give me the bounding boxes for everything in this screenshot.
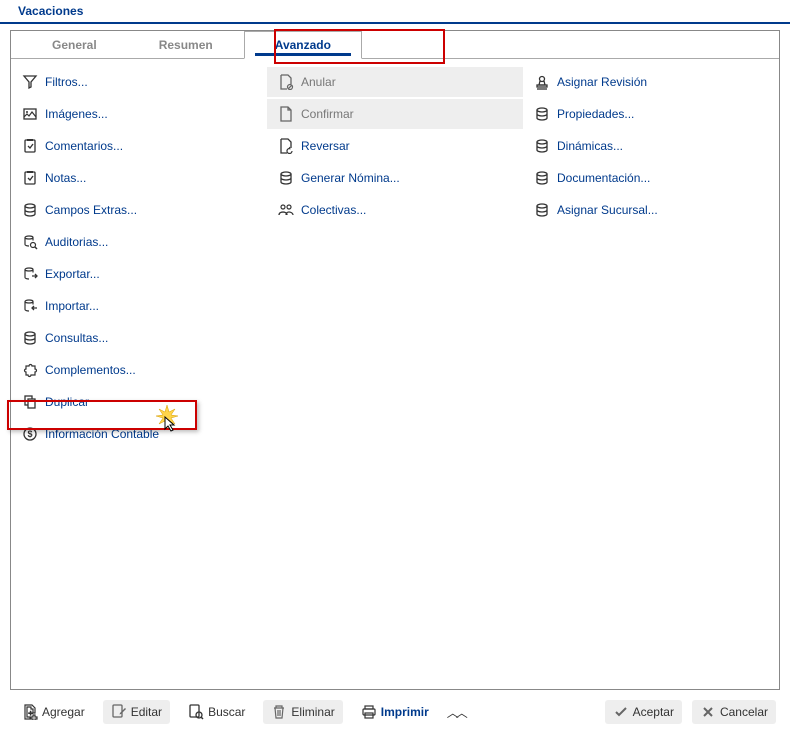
db-icon xyxy=(21,329,39,347)
db-icon xyxy=(277,169,295,187)
clipboard-icon xyxy=(21,137,39,155)
menu-item-asignar-sucursal[interactable]: Asignar Sucursal... xyxy=(523,195,779,225)
menu-item-label: Importar... xyxy=(45,299,99,313)
accept-button[interactable]: Aceptar xyxy=(605,700,682,724)
doc-icon xyxy=(277,105,295,123)
delete-button[interactable]: Eliminar xyxy=(263,700,342,724)
print-label: Imprimir xyxy=(381,705,429,719)
menu-item-filtros[interactable]: Filtros... xyxy=(11,67,267,97)
menu-item-label: Confirmar xyxy=(301,107,354,121)
menu-item-label: Anular xyxy=(301,75,336,89)
puzzle-icon xyxy=(21,361,39,379)
db-icon xyxy=(533,201,551,219)
tab-resumen[interactable]: Resumen xyxy=(128,31,244,59)
menu-item-reversar[interactable]: Reversar xyxy=(267,131,523,161)
funnel-icon xyxy=(21,73,39,91)
tab-avanzado[interactable]: Avanzado xyxy=(244,31,362,59)
print-button[interactable]: Imprimir xyxy=(353,700,437,724)
menu-item-anular: Anular xyxy=(267,67,523,97)
doc-search-icon xyxy=(188,704,204,720)
doc-add-icon xyxy=(22,704,38,720)
db-icon xyxy=(533,105,551,123)
menu-item-label: Generar Nómina... xyxy=(301,171,400,185)
db-import-icon xyxy=(21,297,39,315)
menu-item-label: Reversar xyxy=(301,139,350,153)
db-search-icon xyxy=(21,233,39,251)
doc-edit-icon xyxy=(111,704,127,720)
menu-item-label: Dinámicas... xyxy=(557,139,623,153)
menu-item-complementos[interactable]: Complementos... xyxy=(11,355,267,385)
add-button[interactable]: Agregar xyxy=(14,700,93,724)
tab-general[interactable]: General xyxy=(21,31,128,59)
menu-item-confirmar: Confirmar xyxy=(267,99,523,129)
menu-item-label: Auditorias... xyxy=(45,235,108,249)
menu-item-dinamicas[interactable]: Dinámicas... xyxy=(523,131,779,161)
dollar-icon: $ xyxy=(21,425,39,443)
clipboard-icon xyxy=(21,169,39,187)
menu-item-label: Consultas... xyxy=(45,331,108,345)
chevron-up-icon[interactable]: ︿︿ xyxy=(447,704,465,721)
add-label: Agregar xyxy=(42,705,85,719)
menu-item-label: Comentarios... xyxy=(45,139,123,153)
menu-item-generar-nomina[interactable]: Generar Nómina... xyxy=(267,163,523,193)
accept-label: Aceptar xyxy=(633,705,674,719)
menu-item-duplicar[interactable]: Duplicar xyxy=(11,387,267,417)
search-button[interactable]: Buscar xyxy=(180,700,253,724)
footer-toolbar: Agregar Editar Buscar Eliminar Imprimir xyxy=(0,690,790,734)
menu-item-consultas[interactable]: Consultas... xyxy=(11,323,267,353)
menu-item-label: Colectivas... xyxy=(301,203,366,217)
tabs-bar: General Resumen Avanzado xyxy=(11,31,779,59)
menu-item-auditorias[interactable]: Auditorias... xyxy=(11,227,267,257)
trash-icon xyxy=(271,704,287,720)
menu-column-1: Anular Confirmar Reversar Generar Nómina...… xyxy=(267,67,523,449)
menu-item-label: Complementos... xyxy=(45,363,136,377)
menu-item-info-contable[interactable]: $ Información Contable xyxy=(11,419,267,449)
image-icon xyxy=(21,105,39,123)
db-icon xyxy=(533,169,551,187)
menu-item-label: Asignar Revisión xyxy=(557,75,647,89)
menu-item-colectivas[interactable]: Colectivas... xyxy=(267,195,523,225)
copy-icon xyxy=(21,393,39,411)
menu-item-label: Asignar Sucursal... xyxy=(557,203,658,217)
menu-item-comentarios[interactable]: Comentarios... xyxy=(11,131,267,161)
printer-icon xyxy=(361,704,377,720)
menu-item-label: Duplicar xyxy=(45,395,89,409)
menu-item-asignar-revision[interactable]: Asignar Revisión xyxy=(523,67,779,97)
menu-item-label: Documentación... xyxy=(557,171,650,185)
menu-item-propiedades[interactable]: Propiedades... xyxy=(523,99,779,129)
db-icon xyxy=(533,137,551,155)
menu-item-label: Imágenes... xyxy=(45,107,108,121)
menu-item-label: Propiedades... xyxy=(557,107,634,121)
x-icon xyxy=(700,704,716,720)
edit-label: Editar xyxy=(131,705,162,719)
stamp-icon xyxy=(533,73,551,91)
menu-item-label: Exportar... xyxy=(45,267,100,281)
svg-text:$: $ xyxy=(27,429,32,439)
search-label: Buscar xyxy=(208,705,245,719)
menu-column-2: Asignar Revisión Propiedades... Dinámicas.… xyxy=(523,67,779,449)
menu-item-imagenes[interactable]: Imágenes... xyxy=(11,99,267,129)
menu-column-0: Filtros... Imágenes... Comentarios... Notas… xyxy=(11,67,267,449)
cancel-label: Cancelar xyxy=(720,705,768,719)
db-export-icon xyxy=(21,265,39,283)
doc-reverse-icon xyxy=(277,137,295,155)
check-icon xyxy=(613,704,629,720)
people-icon xyxy=(277,201,295,219)
menu-item-documentacion[interactable]: Documentación... xyxy=(523,163,779,193)
menu-item-importar[interactable]: Importar... xyxy=(11,291,267,321)
menu-item-label: Información Contable xyxy=(45,427,159,441)
menu-item-exportar[interactable]: Exportar... xyxy=(11,259,267,289)
window-title-tab: Vacaciones xyxy=(8,0,93,22)
cancel-button[interactable]: Cancelar xyxy=(692,700,776,724)
menu-item-campos-extras[interactable]: Campos Extras... xyxy=(11,195,267,225)
main-panel: General Resumen Avanzado Filtros... Imáge… xyxy=(10,30,780,690)
db-icon xyxy=(21,201,39,219)
delete-label: Eliminar xyxy=(291,705,334,719)
doc-cancel-icon xyxy=(277,73,295,91)
menu-item-label: Filtros... xyxy=(45,75,88,89)
menu-item-notas[interactable]: Notas... xyxy=(11,163,267,193)
menu-item-label: Campos Extras... xyxy=(45,203,137,217)
menu-item-label: Notas... xyxy=(45,171,86,185)
edit-button[interactable]: Editar xyxy=(103,700,170,724)
